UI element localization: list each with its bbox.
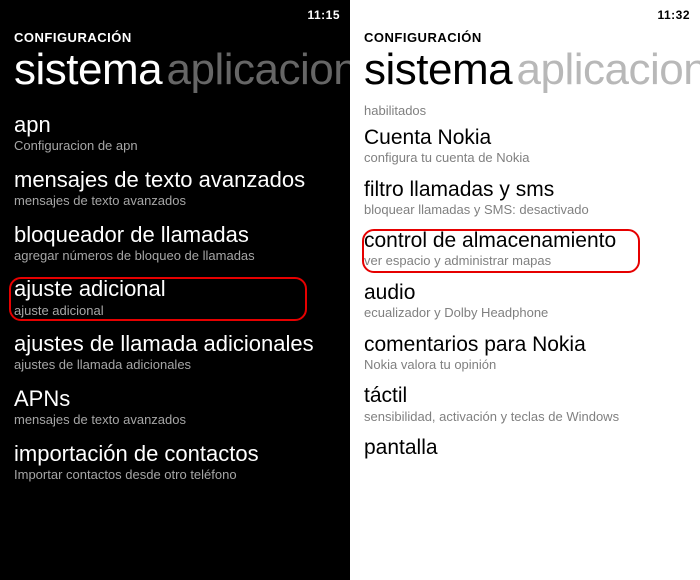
- item-title: Cuenta Nokia: [364, 126, 686, 149]
- item-subtitle: mensajes de texto avanzados: [14, 193, 336, 209]
- item-subtitle: Nokia valora tu opinión: [364, 357, 686, 373]
- screenshot-container: 11:15 CONFIGURACIÓN sistema aplicaciones…: [0, 0, 700, 580]
- status-bar: 11:32: [350, 0, 700, 22]
- setting-ajustes-llamada-adicionales[interactable]: ajustes de llamada adicionales ajustes d…: [14, 332, 336, 373]
- item-title: mensajes de texto avanzados: [14, 168, 336, 192]
- setting-cuenta-nokia[interactable]: Cuenta Nokia configura tu cuenta de Noki…: [364, 126, 686, 166]
- item-subtitle: agregar números de bloqueo de llamadas: [14, 248, 336, 264]
- clock: 11:32: [657, 8, 690, 22]
- item-title: táctil: [364, 384, 686, 407]
- item-title: apn: [14, 113, 336, 137]
- item-subtitle: mensajes de texto avanzados: [14, 412, 336, 428]
- setting-comentarios-nokia[interactable]: comentarios para Nokia Nokia valora tu o…: [364, 333, 686, 373]
- pivot-tabs[interactable]: sistema aplicaciones: [0, 45, 350, 103]
- item-subtitle: ver espacio y administrar mapas: [364, 253, 686, 269]
- item-title: audio: [364, 281, 686, 304]
- item-subtitle: ajustes de llamada adicionales: [14, 357, 336, 373]
- item-subtitle: bloquear llamadas y SMS: desactivado: [364, 202, 686, 218]
- setting-audio[interactable]: audio ecualizador y Dolby Headphone: [364, 281, 686, 321]
- item-subtitle: Importar contactos desde otro teléfono: [14, 467, 336, 483]
- setting-apn[interactable]: apn Configuracion de apn: [14, 113, 336, 154]
- item-subtitle: Configuracion de apn: [14, 138, 336, 154]
- settings-pane-dark: 11:15 CONFIGURACIÓN sistema aplicaciones…: [0, 0, 350, 580]
- item-title: APNs: [14, 387, 336, 411]
- item-title: importación de contactos: [14, 442, 336, 466]
- item-title: filtro llamadas y sms: [364, 178, 686, 201]
- item-title: control de almacenamiento: [364, 229, 686, 252]
- item-title: pantalla: [364, 436, 686, 459]
- item-title: ajustes de llamada adicionales: [14, 332, 336, 356]
- setting-importacion-contactos[interactable]: importación de contactos Importar contac…: [14, 442, 336, 483]
- setting-bloqueador-llamadas[interactable]: bloqueador de llamadas agregar números d…: [14, 223, 336, 264]
- page-header: CONFIGURACIÓN: [0, 22, 350, 45]
- page-title: CONFIGURACIÓN: [14, 30, 336, 45]
- setting-tactil[interactable]: táctil sensibilidad, activación y teclas…: [364, 384, 686, 424]
- setting-ajuste-adicional[interactable]: ajuste adicional ajuste adicional: [14, 277, 336, 318]
- setting-pantalla[interactable]: pantalla: [364, 436, 686, 459]
- page-header: CONFIGURACIÓN: [350, 22, 700, 45]
- settings-list[interactable]: apn Configuracion de apn mensajes de tex…: [0, 103, 350, 482]
- setting-mensajes-avanzados[interactable]: mensajes de texto avanzados mensajes de …: [14, 168, 336, 209]
- clock: 11:15: [307, 8, 340, 22]
- setting-filtro-llamadas-sms[interactable]: filtro llamadas y sms bloquear llamadas …: [364, 178, 686, 218]
- item-subtitle: sensibilidad, activación y teclas de Win…: [364, 409, 686, 425]
- item-subtitle: configura tu cuenta de Nokia: [364, 150, 686, 166]
- enabled-label: habilitados: [350, 103, 700, 124]
- item-subtitle: ecualizador y Dolby Headphone: [364, 305, 686, 321]
- tab-sistema[interactable]: sistema: [364, 45, 512, 94]
- item-title: ajuste adicional: [14, 277, 336, 301]
- pivot-tabs[interactable]: sistema aplicaciones: [350, 45, 700, 103]
- setting-control-almacenamiento[interactable]: control de almacenamiento ver espacio y …: [364, 229, 686, 269]
- tab-aplicaciones[interactable]: aplicaciones: [517, 45, 700, 94]
- tab-aplicaciones[interactable]: aplicaciones: [167, 45, 350, 94]
- page-title: CONFIGURACIÓN: [364, 30, 686, 45]
- settings-list[interactable]: Cuenta Nokia configura tu cuenta de Noki…: [350, 124, 700, 459]
- setting-apns[interactable]: APNs mensajes de texto avanzados: [14, 387, 336, 428]
- item-title: comentarios para Nokia: [364, 333, 686, 356]
- status-bar: 11:15: [0, 0, 350, 22]
- tab-sistema[interactable]: sistema: [14, 45, 162, 94]
- item-title: bloqueador de llamadas: [14, 223, 336, 247]
- settings-pane-light: 11:32 CONFIGURACIÓN sistema aplicaciones…: [350, 0, 700, 580]
- item-subtitle: ajuste adicional: [14, 303, 336, 319]
